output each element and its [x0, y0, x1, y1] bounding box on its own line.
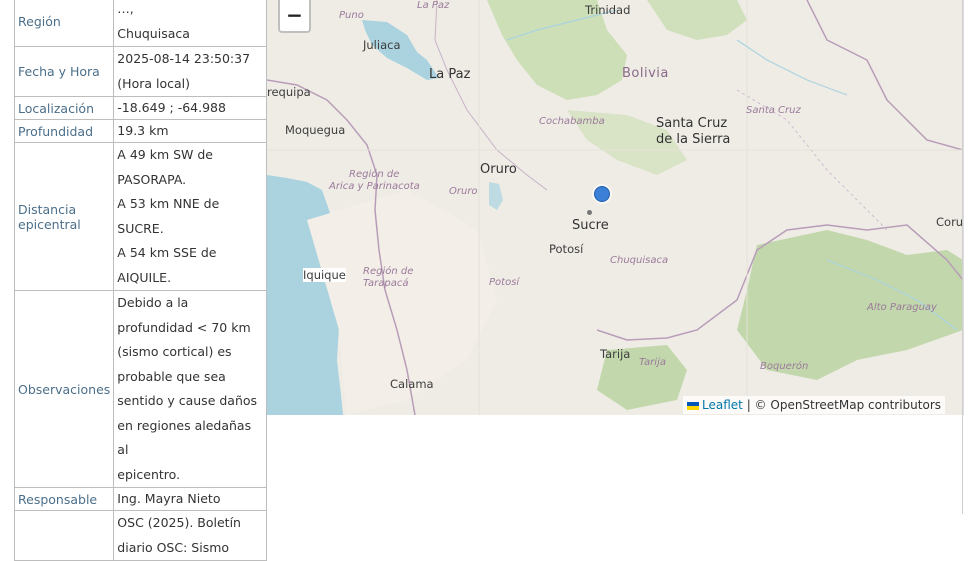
map-label-corumba: Coru: [936, 215, 964, 229]
info-value: Debido a la profundidad < 70 km (sismo cor…: [113, 290, 267, 488]
info-row: Región…, Chuquisaca: [13, 0, 267, 47]
info-value-line: A 53 km NNE de SUCRE.: [117, 196, 220, 236]
map-label-oruro: Oruro: [480, 162, 517, 177]
info-row: OSC (2025). Boletín diario OSC: Sismo: [13, 510, 267, 561]
map-label-chuquisaca: Chuquisaca: [610, 255, 669, 266]
info-key: Responsable: [13, 487, 115, 511]
map-attribution: Leaflet | © OpenStreetMap contributors: [683, 396, 945, 414]
map-label-la-paz-region: La Paz: [417, 0, 450, 11]
leaflet-link[interactable]: Leaflet: [702, 398, 743, 412]
map-label-potosi-region: Potosí: [489, 277, 520, 288]
map-label-oruro-region: Oruro: [449, 186, 478, 197]
info-row: Observaciones Debido a la profundidad < 70…: [13, 290, 267, 488]
map-label-arica-region-2: Arica y Parinacota: [329, 181, 420, 192]
info-key: Localización: [13, 96, 115, 120]
info-value-line: en regiones aledañas al: [117, 417, 252, 458]
info-key: Observaciones: [13, 290, 115, 488]
info-value-line: (Hora local): [117, 75, 190, 91]
info-key: Región: [13, 0, 115, 47]
info-key: Fecha y Hora: [13, 46, 115, 97]
info-value: 2025-08-14 23:50:37 (Hora local): [113, 46, 267, 97]
map-label-juliaca: Juliaca: [363, 38, 401, 52]
map-label-puno: Puno: [339, 10, 364, 21]
info-value-line: epicentro.: [117, 466, 181, 482]
map-label-alto-paraguay: Alto Paraguay: [867, 302, 937, 313]
map-panel[interactable]: Puno La Paz Trinidad Juliaca La Paz Boli…: [267, 0, 964, 415]
page-border: [962, 0, 963, 514]
info-value-line: probable que sea: [117, 368, 226, 384]
map-label-santa-cruz-city-2: de la Sierra: [656, 132, 731, 147]
info-value-line: PASORAPA.: [117, 171, 187, 187]
map-label-la-paz: La Paz: [429, 67, 471, 82]
info-value-line: OSC (2025). Boletín: [117, 515, 241, 530]
info-row: Fecha y Hora 2025-08-14 23:50:37 (Hora loc…: [13, 46, 267, 97]
map-label-tarapaca-region: Región de: [363, 266, 414, 277]
info-value: 19.3 km: [113, 119, 267, 143]
epicenter-marker[interactable]: [594, 186, 610, 202]
map-label-tarapaca-region-2: Tarapacá: [363, 278, 409, 289]
map-label-cochabamba: Cochabamba: [539, 116, 605, 127]
info-value-line: Ing. Mayra Nieto: [117, 491, 221, 506]
info-value-line: (sismo cortical) es: [117, 344, 232, 359]
zoom-out-button[interactable]: −: [278, 0, 311, 33]
info-value: -18.649 ; -64.988: [113, 96, 267, 120]
map-label-arequipa: requipa: [267, 85, 311, 99]
map-label-bolivia: Bolivia: [622, 66, 669, 81]
map-label-trinidad: Trinidad: [585, 3, 631, 17]
map-label-moquegua: Moquegua: [285, 123, 346, 137]
map-label-tarija-region: Tarija: [639, 357, 666, 368]
info-key: Profundidad: [13, 119, 115, 143]
info-value-line: -18.649 ; -64.988: [117, 100, 226, 115]
attribution-separator: | ©: [742, 398, 771, 412]
info-value-line: 2025-08-14 23:50:37: [117, 51, 251, 66]
info-value: A 49 km SW de PASORAPA. A 53 km NNE de SUC…: [113, 142, 267, 291]
info-value-line: A 49 km SW de: [117, 147, 213, 162]
info-row: Distancia epicentral A 49 km SW de PASORAP…: [13, 142, 267, 291]
info-key: [13, 510, 115, 561]
info-value-line: Debido a la: [117, 295, 189, 310]
map-label-santa-cruz-region: Santa Cruz: [746, 105, 801, 116]
info-value-line: AIQUILE.: [117, 269, 172, 285]
info-value-line: …,: [117, 1, 134, 16]
info-value-line: Chuquisaca: [117, 25, 190, 41]
osm-link[interactable]: OpenStreetMap contributors: [770, 398, 941, 412]
map-label-tarija: Tarija: [600, 347, 631, 361]
event-info-table: Región…, Chuquisaca Fecha y Hora 2025-08-1…: [13, 0, 267, 561]
map-label-boqueron: Boquerón: [760, 361, 809, 372]
info-value-line: sentido y cause daños: [117, 393, 258, 408]
map-label-potosi: Potosí: [549, 242, 584, 256]
map-label-calama: Calama: [390, 377, 434, 391]
info-value: …, Chuquisaca: [113, 0, 267, 47]
info-value-line: diario OSC: Sismo: [117, 539, 230, 555]
info-value: OSC (2025). Boletín diario OSC: Sismo: [113, 510, 267, 561]
info-row: Localización -18.649 ; -64.988: [13, 96, 267, 120]
info-key: Distancia epicentral: [13, 142, 115, 291]
map-label-arica-region: Región de: [349, 169, 400, 180]
sucre-city-dot: [587, 210, 592, 215]
info-row: Responsable Ing. Mayra Nieto: [13, 487, 267, 511]
info-value: Ing. Mayra Nieto: [113, 487, 267, 511]
map-label-santa-cruz-city: Santa Cruz: [656, 116, 728, 131]
map-label-sucre: Sucre: [572, 218, 609, 233]
info-value-line: 19.3 km: [117, 123, 169, 138]
info-value-line: profundidad < 70 km: [117, 319, 251, 335]
info-row: Profundidad 19.3 km: [13, 119, 267, 143]
info-value-line: A 54 km SSE de: [117, 245, 217, 260]
map-label-iquique: Iquique: [303, 268, 346, 282]
ukraine-flag-icon: [687, 401, 700, 410]
